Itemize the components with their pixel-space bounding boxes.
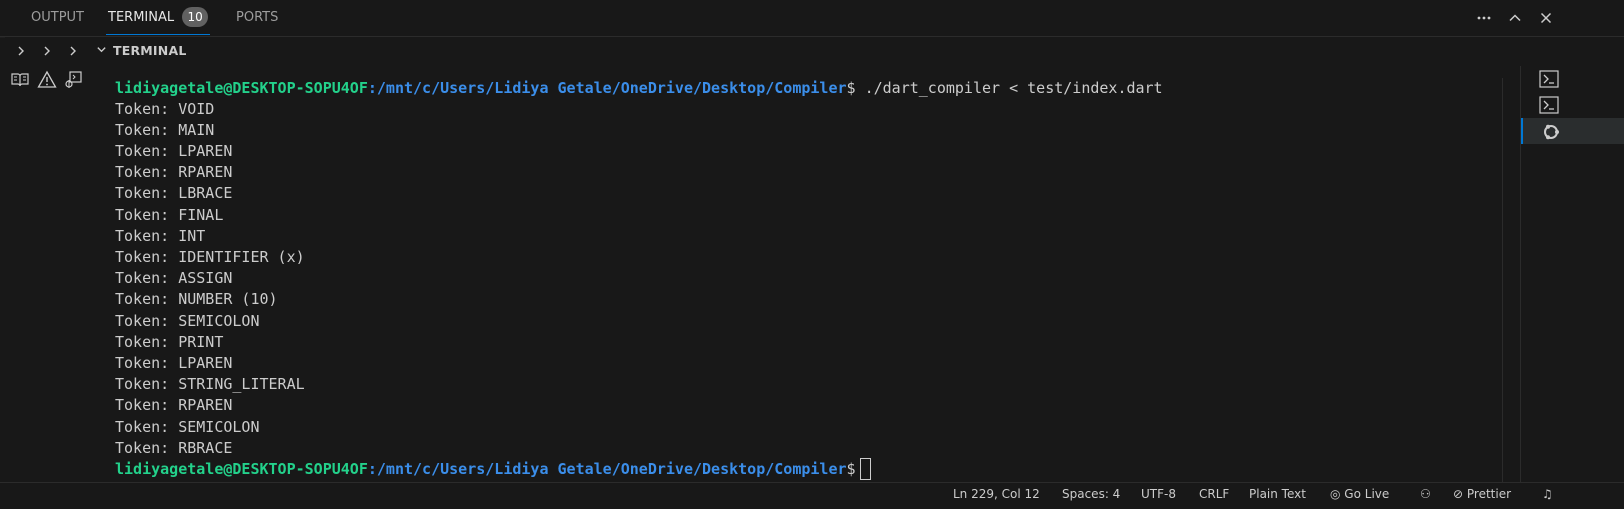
section-title-label: TERMINAL [113, 43, 187, 58]
tab-terminal-label: TERMINAL [108, 10, 175, 25]
terminal-count-badge: 10 [182, 6, 209, 27]
tab-ports-label: PORTS [236, 10, 279, 25]
output-line: Token: STRING_LITERAL [115, 375, 305, 393]
terminal-scrollbar[interactable] [1502, 78, 1521, 488]
status-bar: Ln 229, Col 12 Spaces: 4 UTF-8 CRLF Plai… [0, 482, 1624, 508]
tab-terminal[interactable]: TERMINAL 10 [105, 0, 211, 36]
chevron-right-icon[interactable] [64, 38, 82, 64]
output-line: Token: PRINT [115, 333, 224, 351]
terminal-tab-item[interactable] [1521, 66, 1624, 92]
prompt-dollar: $ [846, 79, 856, 97]
cursor-position[interactable]: Ln 229, Col 12 [953, 483, 1040, 509]
prompt-line: lidiyagetale@DESKTOP-SOPU4OF:/mnt/c/User… [115, 77, 1163, 99]
output-line: Token: FINAL [115, 206, 224, 224]
prompt-path: :/mnt/c/Users/Lidiya Getale/OneDrive/Des… [367, 460, 847, 478]
terminal-section-title[interactable]: TERMINAL [96, 38, 186, 64]
double-check-icon: ⊘ [1453, 487, 1467, 501]
chevron-down-icon [96, 39, 107, 65]
prompt-dollar: $ [846, 460, 856, 478]
output-line: Token: RPAREN [115, 163, 233, 181]
chevron-right-icon[interactable] [12, 38, 30, 64]
prompt-user: lidiyagetale@DESKTOP-SOPU4OF [115, 460, 368, 478]
command-text: ./dart_compiler < test/index.dart [855, 79, 1163, 97]
terminal-tab-item-active[interactable] [1521, 118, 1624, 144]
terminal-tab-item[interactable] [1521, 92, 1624, 118]
output-line: Token: NUMBER (10) [115, 290, 278, 308]
close-panel-icon[interactable] [1534, 0, 1558, 36]
output-line: Token: LPAREN [115, 142, 233, 160]
output-line: Token: ASSIGN [115, 269, 233, 287]
output-line: Token: RBRACE [115, 439, 233, 457]
output-line: Token: RPAREN [115, 396, 233, 414]
prettier-button[interactable]: ⊘ Prettier [1453, 483, 1511, 509]
output-line: Token: SEMICOLON [115, 312, 260, 330]
tab-ports[interactable]: PORTS [236, 0, 278, 36]
chevron-right-icon[interactable] [38, 38, 56, 64]
panel-tab-bar: OUTPUT TERMINAL 10 PORTS [0, 0, 1624, 37]
left-icon-strip [0, 66, 90, 496]
prompt-user: lidiyagetale@DESKTOP-SOPU4OF [115, 79, 368, 97]
terminal-section-header: TERMINAL [0, 38, 1624, 66]
prettier-label: Prettier [1466, 487, 1512, 501]
output-line: Token: MAIN [115, 121, 215, 139]
maximize-panel-icon[interactable] [1503, 0, 1527, 36]
language-mode[interactable]: Plain Text [1249, 483, 1306, 509]
terminal-cursor [859, 457, 871, 480]
prompt-line: lidiyagetale@DESKTOP-SOPU4OF:/mnt/c/User… [115, 457, 871, 480]
tab-output[interactable]: OUTPUT [31, 0, 84, 36]
terminal-tabs-list [1520, 66, 1624, 496]
prompt-path: :/mnt/c/Users/Lidiya Getale/OneDrive/Des… [367, 79, 847, 97]
indentation-setting[interactable]: Spaces: 4 [1062, 483, 1120, 509]
go-live-button[interactable]: ◎ Go Live [1330, 483, 1389, 509]
more-actions-icon[interactable] [1472, 0, 1496, 36]
terminal-output-area[interactable]: lidiyagetale@DESKTOP-SOPU4OF:/mnt/c/User… [90, 66, 1556, 496]
copilot-icon[interactable]: ⚇ [1420, 483, 1431, 509]
warning-icon[interactable] [37, 70, 57, 90]
output-line: Token: LPAREN [115, 354, 233, 372]
output-line: Token: IDENTIFIER (x) [115, 248, 305, 266]
output-line: Token: LBRACE [115, 184, 233, 202]
broadcast-icon: ◎ [1330, 487, 1345, 501]
output-line: Token: INT [115, 227, 206, 245]
encoding-setting[interactable]: UTF-8 [1141, 483, 1176, 509]
notifications-icon[interactable]: ♫ [1542, 483, 1553, 509]
line-ending-setting[interactable]: CRLF [1199, 483, 1229, 509]
tab-output-label: OUTPUT [31, 10, 84, 25]
debug-console-icon[interactable] [63, 70, 83, 90]
output-line: Token: SEMICOLON [115, 418, 260, 436]
output-line: Token: VOID [115, 100, 215, 118]
book-icon[interactable] [10, 70, 30, 90]
go-live-label: Go Live [1344, 487, 1390, 501]
